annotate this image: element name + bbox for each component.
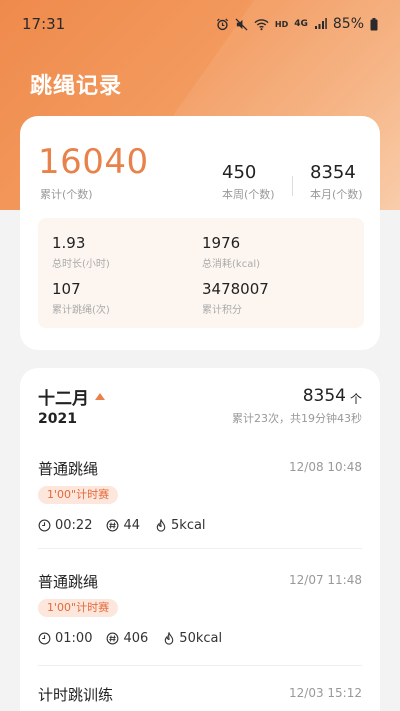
record-date: 12/03 15:12 bbox=[289, 686, 362, 700]
month-count: 8354 bbox=[310, 162, 356, 183]
calories-value: 1976 bbox=[202, 234, 241, 252]
duration-text: 00:22 bbox=[55, 518, 93, 533]
total-count-label: 累计(个数) bbox=[40, 188, 93, 201]
year-label: 2021 bbox=[38, 411, 77, 427]
duration-metric: 00:22 bbox=[38, 518, 92, 533]
month-count-label: 本月(个数) bbox=[310, 188, 363, 201]
record-name: 普通跳绳 bbox=[38, 460, 99, 478]
count-metric: 406 bbox=[106, 631, 148, 646]
stat-divider bbox=[292, 176, 293, 196]
duration-text: 01:00 bbox=[55, 631, 93, 646]
sessions-value: 107 bbox=[52, 280, 81, 298]
month-total-value: 8354 bbox=[302, 386, 346, 406]
duration-label: 总时长(小时) bbox=[52, 259, 110, 270]
page-title: 跳绳记录 bbox=[30, 74, 123, 99]
sessions-label: 累计跳绳(次) bbox=[52, 305, 110, 316]
record-date: 12/08 10:48 bbox=[289, 460, 362, 474]
flame-icon bbox=[162, 632, 175, 645]
count-metric: 44 bbox=[106, 518, 140, 533]
kcal-text: 50kcal bbox=[179, 631, 223, 646]
month-selector[interactable]: 十二月 2021 bbox=[38, 384, 105, 427]
flame-icon bbox=[154, 519, 167, 532]
summary-card: 16040 累计(个数) 450 本周(个数) 8354 本月(个数) 1.93… bbox=[20, 116, 380, 350]
hash-icon bbox=[106, 632, 119, 645]
hd-label: HD bbox=[274, 19, 289, 29]
record-metrics: 00:22 44 5kcal bbox=[38, 518, 206, 533]
month-stat: 8354 本月(个数) bbox=[310, 162, 363, 202]
month-total-unit: 个 bbox=[349, 392, 362, 406]
summary-detail-box: 1.93 总时长(小时) 1976 总消耗(kcal) 107 累计跳绳(次) … bbox=[38, 218, 364, 328]
record-tag: 1'00"计时赛 bbox=[38, 599, 119, 617]
record-tag: 1'00"计时赛 bbox=[38, 486, 119, 504]
kcal-metric: 5kcal bbox=[154, 518, 206, 533]
week-count: 450 bbox=[222, 162, 257, 183]
week-count-label: 本周(个数) bbox=[222, 188, 275, 201]
clock-icon bbox=[38, 632, 51, 645]
points-label: 累计积分 bbox=[202, 305, 242, 316]
signal-icon bbox=[314, 18, 327, 30]
kcal-text: 5kcal bbox=[171, 518, 206, 533]
duration-value: 1.93 bbox=[52, 234, 86, 252]
record-divider bbox=[38, 548, 362, 549]
record-date: 12/07 11:48 bbox=[289, 573, 362, 587]
history-card: 十二月 2021 8354 个 累计23次，共19分钟43秒 普通跳绳 12/0… bbox=[20, 368, 380, 711]
mute-icon bbox=[235, 17, 248, 31]
calories-stat: 1976 总消耗(kcal) bbox=[202, 234, 260, 270]
record-name: 计时跳训练 bbox=[38, 686, 114, 704]
hash-icon bbox=[106, 519, 119, 532]
alarm-icon bbox=[216, 18, 229, 31]
kcal-metric: 50kcal bbox=[162, 631, 222, 646]
battery-text: 85% bbox=[332, 16, 364, 32]
month-label[interactable]: 十二月 bbox=[38, 384, 89, 409]
count-text: 44 bbox=[123, 518, 141, 533]
record-metrics: 01:00 406 50kcal bbox=[38, 631, 222, 646]
status-time: 17:31 bbox=[22, 15, 66, 33]
points-value: 3478007 bbox=[202, 280, 269, 298]
wifi-icon bbox=[254, 18, 269, 31]
duration-metric: 01:00 bbox=[38, 631, 92, 646]
battery-icon bbox=[370, 17, 378, 31]
status-bar: 17:31 HD 4G 85% bbox=[0, 0, 400, 48]
network-label: 4G bbox=[294, 19, 308, 29]
points-stat: 3478007 累计积分 bbox=[202, 280, 269, 316]
triangle-up-icon[interactable] bbox=[95, 393, 105, 400]
month-summary: 累计23次，共19分钟43秒 bbox=[232, 412, 362, 425]
clock-icon bbox=[38, 519, 51, 532]
total-count: 16040 bbox=[38, 142, 149, 182]
status-icons: HD 4G 85% bbox=[216, 16, 378, 32]
record-name: 普通跳绳 bbox=[38, 573, 99, 591]
duration-stat: 1.93 总时长(小时) bbox=[52, 234, 110, 270]
record-divider bbox=[38, 665, 362, 666]
month-total: 8354 个 bbox=[303, 386, 362, 407]
calories-label: 总消耗(kcal) bbox=[202, 259, 260, 270]
count-text: 406 bbox=[123, 631, 149, 646]
week-stat: 450 本周(个数) bbox=[222, 162, 275, 202]
sessions-stat: 107 累计跳绳(次) bbox=[52, 280, 110, 316]
